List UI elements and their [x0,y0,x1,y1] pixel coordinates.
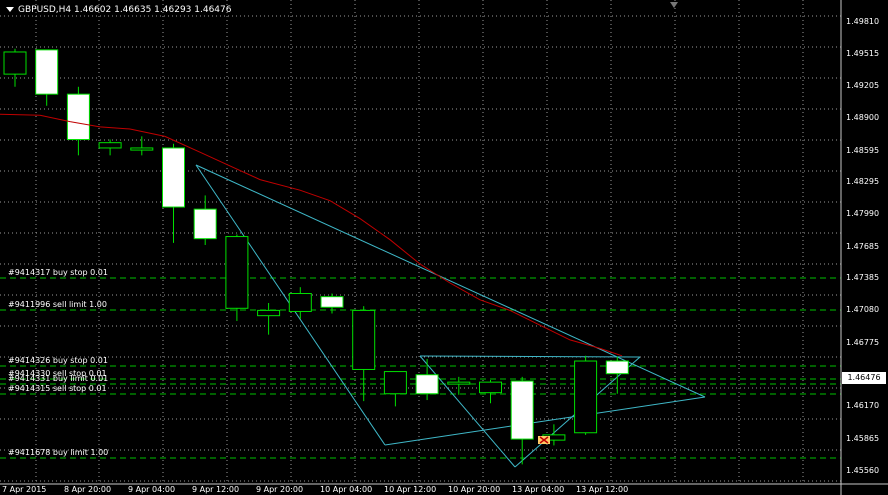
price-label: 1.48900 [846,113,880,122]
trade-arrow-icon[interactable] [538,436,550,444]
candle-body [3,51,27,75]
candle-body [605,360,629,375]
candle-body [35,49,59,95]
candle-body [447,381,471,385]
price-label: 1.47685 [846,242,880,251]
price-label: 1.47080 [846,305,880,314]
candle-body [98,142,122,149]
order-label: #9411996 sell limit 1.00 [8,300,107,309]
price-label: 1.48295 [846,177,880,186]
time-label: 13 Apr 04:00 [512,485,565,494]
candle-body [225,236,249,309]
candle-body [510,380,534,440]
candle-body [574,360,598,434]
current-price-tag: 1.46476 [842,372,886,384]
chart-shift-marker-icon[interactable] [670,2,678,8]
price-label: 1.46775 [846,338,880,347]
order-label: #9414317 buy stop 0.01 [8,268,108,277]
order-label: #9414331 buy limit 0.01 [8,374,109,383]
price-label: 1.49810 [846,17,880,26]
time-label: 9 Apr 04:00 [128,485,176,494]
order-label: #9414326 buy stop 0.01 [8,356,108,365]
candle-body [193,208,217,240]
time-label: 13 Apr 12:00 [576,485,629,494]
symbol-quote-text: GBPUSD,H4 1.46602 1.46635 1.46293 1.4647… [18,5,232,15]
price-chart[interactable] [0,0,888,495]
order-label: #9411678 buy limit 1.00 [8,448,109,457]
time-label: 10 Apr 04:00 [320,485,373,494]
time-label: 9 Apr 20:00 [256,485,304,494]
candle-body [320,296,344,308]
price-label: 1.45560 [846,466,880,475]
price-label: 1.48595 [846,146,880,155]
price-label: 1.45865 [846,434,880,443]
candle-body [288,293,312,312]
chart-title: GBPUSD,H4 1.46602 1.46635 1.46293 1.4647… [6,4,231,16]
candle [574,355,598,435]
candle-body [352,309,376,370]
candle-body [479,381,502,394]
price-label: 1.47385 [846,273,880,282]
candle-body [383,371,407,395]
candle-body [257,309,281,317]
candle-body [162,147,185,208]
price-label: 1.49515 [846,49,880,58]
order-label: #9414315 sell stop 0.01 [8,384,107,393]
candle-body [66,93,90,141]
time-label: 10 Apr 20:00 [448,485,501,494]
candle-body [130,147,154,151]
candle [225,234,249,321]
dropdown-arrow-icon[interactable] [6,7,14,12]
time-label: 7 Apr 2015 [2,485,47,494]
time-label: 8 Apr 20:00 [64,485,112,494]
candle-body [415,374,439,395]
price-label: 1.46170 [846,401,880,410]
time-label: 10 Apr 12:00 [384,485,437,494]
price-label: 1.49205 [846,81,880,90]
price-label: 1.47990 [846,209,880,218]
time-label: 9 Apr 12:00 [192,485,240,494]
